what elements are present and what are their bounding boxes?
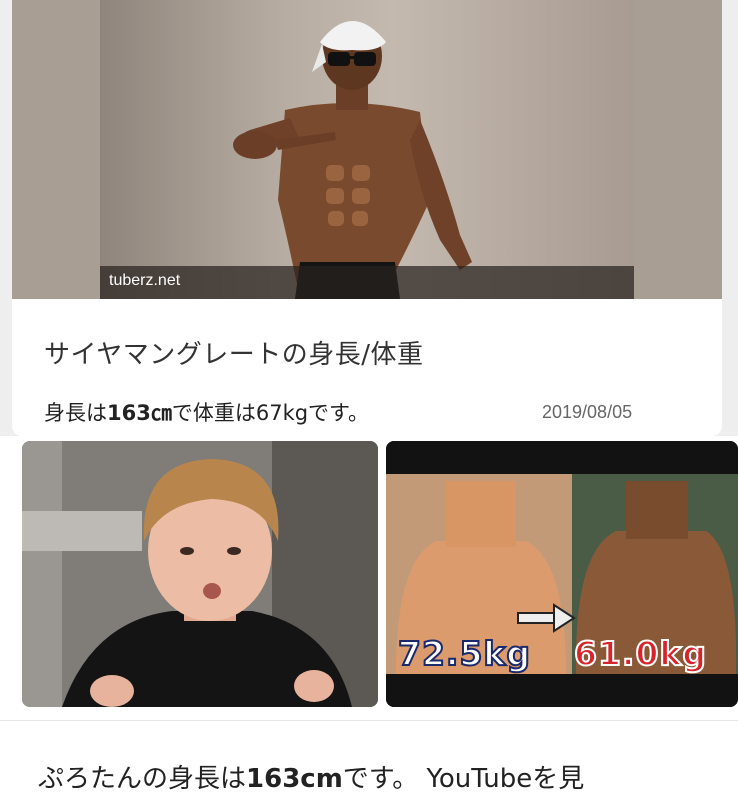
image-source-bar: tuberz.net xyxy=(100,266,634,299)
result-date: 2019/08/05 xyxy=(542,402,633,422)
image-source-label[interactable]: tuberz.net xyxy=(109,272,180,290)
thumbnail-comparison[interactable]: 72.5kg 61.0kg xyxy=(386,441,738,707)
portrait-photo xyxy=(22,441,378,707)
snippet-height: 163㎝ xyxy=(107,401,172,425)
person-photo xyxy=(233,21,472,299)
weight-after-label: 61.0kg xyxy=(573,633,707,674)
result-title[interactable]: サイヤマングレートの身長/体重 xyxy=(44,334,423,371)
title-text-pre: ぷろたんの身長は xyxy=(38,764,247,794)
weight-before-label: 72.5kg xyxy=(397,633,531,674)
divider xyxy=(0,720,738,721)
result-card-1[interactable]: tuberz.net サイヤマングレートの身長/体重 身長は163㎝で体重は67… xyxy=(12,0,722,436)
thumbnail-portrait[interactable] xyxy=(22,441,378,707)
title-text-post: です。 YouTubeを見 xyxy=(342,764,585,794)
snippet-text-post: で体重は67kgです。 xyxy=(171,401,369,425)
snippet-text-pre: 身長は xyxy=(44,401,107,425)
result-image-photo xyxy=(100,0,634,299)
result-snippet: 身長は163㎝で体重は67kgです。 xyxy=(44,397,369,427)
result-image[interactable]: tuberz.net xyxy=(12,0,722,299)
title-height: 163cm xyxy=(246,764,343,794)
result-title[interactable]: ぷろたんの身長は163cmです。 YouTubeを見 xyxy=(38,758,584,795)
result-card-2[interactable]: 72.5kg 61.0kg ぷろたんの身長は163cmです。 YouTubeを見 xyxy=(0,436,738,800)
